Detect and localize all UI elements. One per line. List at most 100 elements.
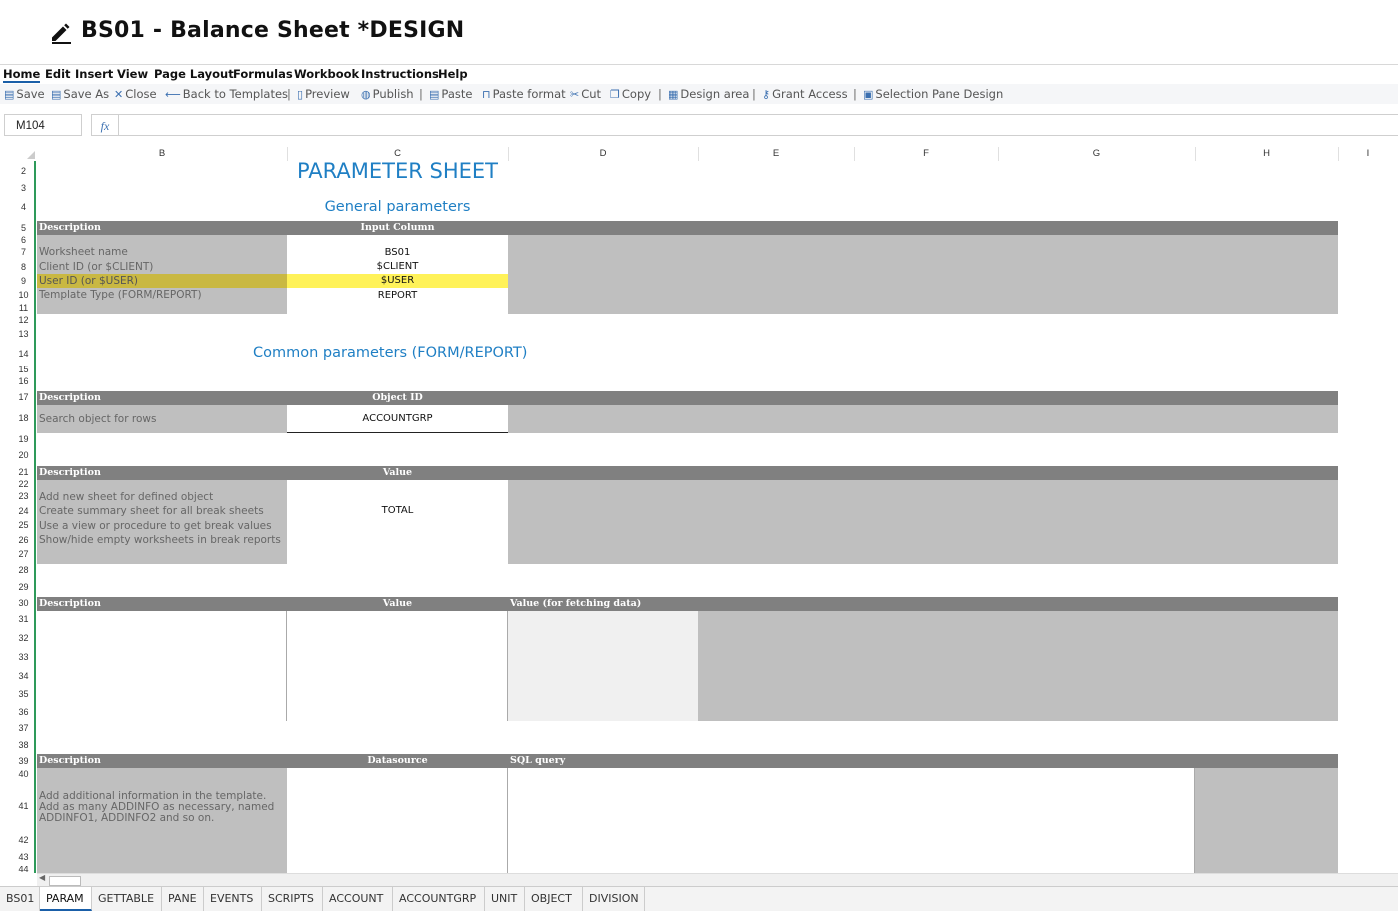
row-header[interactable]: 7	[13, 247, 34, 257]
row-header[interactable]: 14	[13, 349, 34, 359]
row-header[interactable]: 2	[13, 166, 34, 176]
row-header[interactable]: 15	[13, 366, 34, 372]
column-header-b[interactable]: B	[37, 147, 288, 161]
row-header[interactable]: 26	[13, 535, 34, 545]
design-area-button[interactable]: ▦ Design area	[668, 87, 749, 101]
row-header[interactable]: 5	[13, 223, 34, 233]
row-header[interactable]: 39	[13, 756, 34, 766]
column-header-e[interactable]: E	[698, 147, 855, 161]
row-header[interactable]: 34	[13, 671, 34, 681]
tab-events[interactable]: EVENTS	[204, 887, 262, 911]
menu-view[interactable]: View	[117, 67, 148, 81]
paste-button[interactable]: ▤ Paste	[429, 87, 472, 101]
tab-division[interactable]: DIVISION	[583, 887, 645, 911]
tab-unit[interactable]: UNIT	[485, 887, 525, 911]
row-header[interactable]: 22	[13, 479, 34, 489]
row-header[interactable]: 4	[13, 202, 34, 212]
row-header[interactable]: 27	[13, 549, 34, 559]
menu-workbook[interactable]: Workbook	[294, 67, 359, 81]
row-header[interactable]: 28	[13, 565, 34, 575]
tab-gettable[interactable]: GETTABLE	[92, 887, 162, 911]
row-header[interactable]: 23	[13, 491, 34, 501]
row-header[interactable]: 20	[13, 450, 34, 460]
value-search-object[interactable]: ACCOUNTGRP	[287, 413, 508, 424]
value-client-id[interactable]: $CLIENT	[287, 261, 508, 272]
menu-page-layout[interactable]: Page Layout	[154, 67, 234, 81]
save-button[interactable]: ▤ Save	[4, 87, 45, 101]
section4-description-area[interactable]	[37, 611, 287, 721]
section4-value-area[interactable]	[287, 611, 508, 721]
menu-insert[interactable]: Insert	[75, 67, 113, 81]
copy-button[interactable]: ❐ Copy	[610, 87, 651, 101]
close-button[interactable]: ✕ Close	[114, 87, 157, 101]
fx-icon[interactable]: fx	[91, 114, 119, 136]
row-header[interactable]: 42	[13, 835, 34, 845]
spreadsheet-grid[interactable]: B C D E F G H I 2 3 4 5 6 7 8 9 10 11 12…	[0, 147, 1398, 873]
row-header[interactable]: 21	[13, 467, 34, 477]
cell-reference-box[interactable]: M104	[4, 114, 82, 136]
scroll-left-icon[interactable]: ◀	[39, 873, 45, 882]
formula-input[interactable]	[119, 114, 1398, 136]
menu-home[interactable]: Home	[3, 67, 41, 83]
column-header-h[interactable]: H	[1195, 147, 1339, 161]
column-header-g[interactable]: G	[998, 147, 1196, 161]
section4-fetching-area[interactable]	[508, 611, 698, 721]
row-header[interactable]: 30	[13, 598, 34, 608]
cut-button[interactable]: ✂ Cut	[570, 87, 601, 101]
row-header[interactable]: 32	[13, 633, 34, 643]
row-header[interactable]: 29	[13, 582, 34, 592]
value-template-type[interactable]: REPORT	[287, 290, 508, 301]
tab-pane[interactable]: PANE	[162, 887, 204, 911]
menu-formulas[interactable]: Formulas	[233, 67, 293, 81]
section3-input-area[interactable]	[287, 480, 508, 564]
select-all-corner[interactable]	[27, 151, 35, 159]
row-header[interactable]: 19	[13, 434, 34, 444]
row-header[interactable]: 43	[13, 852, 34, 862]
row-header[interactable]: 35	[13, 689, 34, 699]
tab-object[interactable]: OBJECT	[525, 887, 583, 911]
row-header[interactable]: 11	[13, 303, 34, 313]
horizontal-scrollbar[interactable]: ◀	[37, 873, 1398, 886]
row-header[interactable]: 38	[13, 740, 34, 750]
save-as-button[interactable]: ▤ Save As	[51, 87, 109, 101]
row-header[interactable]: 8	[13, 262, 34, 272]
row-header[interactable]: 17	[13, 392, 34, 402]
tab-param[interactable]: PARAM	[40, 887, 92, 911]
row-header[interactable]: 18	[13, 413, 34, 423]
row-header[interactable]: 41	[13, 801, 34, 811]
row-header[interactable]: 13	[13, 329, 34, 339]
column-header-f[interactable]: F	[854, 147, 999, 161]
row-header[interactable]: 40	[13, 769, 34, 779]
scrollbar-thumb[interactable]	[49, 876, 81, 886]
menu-instructions[interactable]: Instructions	[361, 67, 439, 81]
column-header-i[interactable]: I	[1338, 147, 1398, 161]
row-header[interactable]: 24	[13, 506, 34, 516]
paste-format-button[interactable]: ⊓ Paste format	[482, 87, 566, 101]
row-header[interactable]: 31	[13, 614, 34, 624]
tab-accountgrp[interactable]: ACCOUNTGRP	[393, 887, 485, 911]
tab-scripts[interactable]: SCRIPTS	[262, 887, 323, 911]
value-worksheet-name[interactable]: BS01	[287, 247, 508, 258]
row-header[interactable]: 25	[13, 520, 34, 530]
section5-sql-area[interactable]	[508, 768, 1195, 873]
row-header[interactable]: 10	[13, 290, 34, 300]
row-header[interactable]: 44	[13, 866, 34, 873]
row-header[interactable]: 33	[13, 652, 34, 662]
column-header-d[interactable]: D	[508, 147, 699, 161]
tab-bs01[interactable]: BS01	[0, 887, 40, 911]
selection-pane-design-button[interactable]: ▣ Selection Pane Design	[863, 87, 1003, 101]
row-header[interactable]: 36	[13, 707, 34, 717]
menu-help[interactable]: Help	[438, 67, 468, 81]
menu-edit[interactable]: Edit	[45, 67, 71, 81]
row-header[interactable]: 6	[13, 235, 34, 245]
grant-access-button[interactable]: ⚷ Grant Access	[762, 87, 848, 101]
row-header[interactable]: 12	[13, 315, 34, 325]
row-header[interactable]: 3	[13, 183, 34, 193]
row-header[interactable]: 9	[13, 276, 34, 286]
value-summary-sheet[interactable]: TOTAL	[287, 505, 508, 516]
preview-button[interactable]: ▯ Preview	[297, 87, 350, 101]
section5-datasource-area[interactable]	[287, 768, 508, 873]
row-header[interactable]: 16	[13, 376, 34, 386]
value-user-id[interactable]: $USER	[287, 275, 508, 286]
row-header[interactable]: 37	[13, 723, 34, 733]
